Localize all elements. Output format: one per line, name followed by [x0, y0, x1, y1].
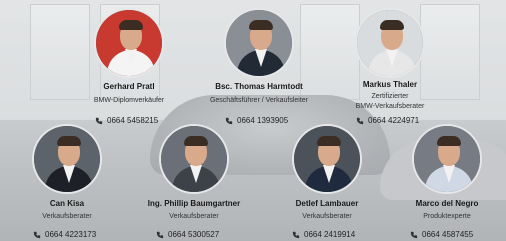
- phone-link[interactable]: 0664 5458215: [95, 116, 158, 125]
- phone-link[interactable]: 0664 1393905: [225, 116, 288, 125]
- phone-number: 0664 4223173: [45, 230, 97, 239]
- phone-icon: [356, 117, 364, 124]
- member-name: Marco del Negro: [415, 199, 479, 208]
- phone-icon: [225, 117, 233, 124]
- member-name: Ing. Phillip Baumgartner: [147, 199, 241, 208]
- member-name: Markus Thaler: [362, 80, 418, 89]
- phone-link[interactable]: 0664 5300527: [156, 230, 219, 239]
- avatar: [292, 124, 362, 194]
- phone-number: 0664 4224971: [368, 116, 420, 125]
- phone-icon: [292, 231, 300, 238]
- phone-link[interactable]: 0664 4587455: [410, 230, 473, 239]
- phone-icon: [95, 117, 103, 124]
- avatar: [32, 124, 102, 194]
- avatar: [412, 124, 482, 194]
- member-role: BMW-Verkaufsberater: [355, 103, 425, 110]
- phone-number: 0664 5300527: [168, 230, 220, 239]
- avatar: [94, 8, 164, 78]
- phone-link[interactable]: 0664 2419914: [292, 230, 355, 239]
- phone-icon: [33, 231, 41, 238]
- member-name: Bsc. Thomas Harmtodt: [215, 82, 303, 91]
- member-role: Verkaufsberater: [169, 213, 219, 220]
- phone-number: 0664 2419914: [304, 230, 356, 239]
- phone-number: 0664 5458215: [107, 116, 159, 125]
- avatar: [224, 8, 294, 78]
- member-name: Gerhard Pratl: [103, 82, 155, 91]
- member-role: Produktexperte: [423, 213, 471, 220]
- phone-link[interactable]: 0664 4223173: [33, 230, 96, 239]
- phone-icon: [410, 231, 418, 238]
- phone-link[interactable]: 0664 4224971: [356, 116, 419, 125]
- avatar: [159, 124, 229, 194]
- member-role: BMW-Diplomverkäufer: [93, 97, 165, 104]
- phone-number: 0664 4587455: [422, 230, 474, 239]
- member-role: Geschäftsführer / Verkaufsleiter: [209, 97, 309, 104]
- member-role: Zertifizierter: [371, 93, 409, 100]
- avatar: [355, 8, 425, 78]
- phone-icon: [156, 231, 164, 238]
- phone-number: 0664 1393905: [237, 116, 289, 125]
